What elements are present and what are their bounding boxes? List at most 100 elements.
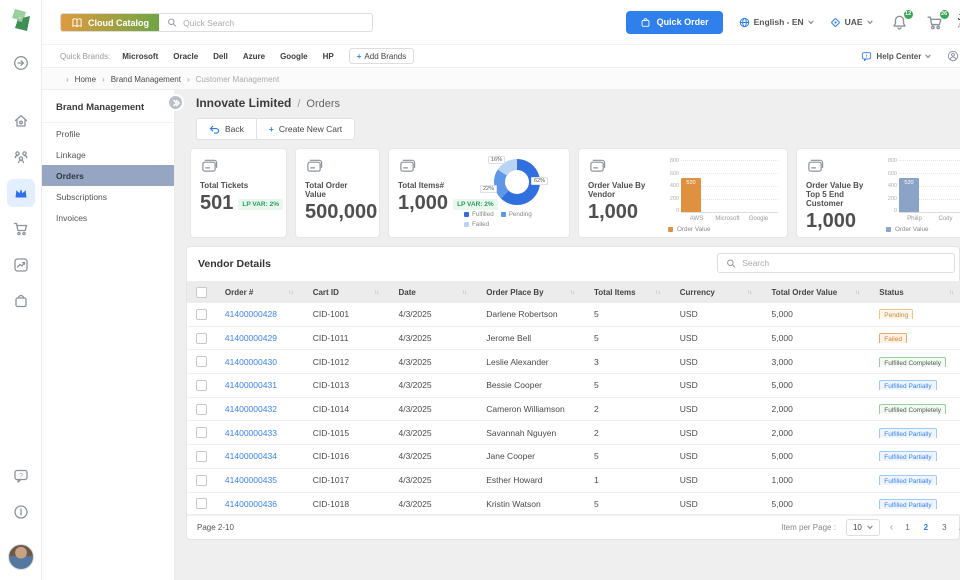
prev-page-button[interactable]: ‹	[890, 522, 893, 533]
sort-icon[interactable]: ↑↓	[655, 289, 660, 296]
row-checkbox[interactable]	[196, 498, 207, 509]
sidebar-item[interactable]: Subscriptions	[42, 186, 174, 207]
back-button[interactable]: Back	[196, 118, 257, 140]
brand-link[interactable]: HP	[323, 52, 334, 61]
table-row[interactable]: 41400000433 CID-1015 4/3/2025 Savannah N…	[187, 421, 960, 445]
table-row[interactable]: 41400000431 CID-1013 4/3/2025 Bessie Coo…	[187, 374, 960, 398]
language-selector[interactable]: English - EN	[739, 17, 814, 28]
order-number-link[interactable]: 41400000434	[225, 451, 277, 461]
ticket-stack-icon	[200, 157, 219, 174]
plot-area: 450300520	[899, 160, 960, 212]
row-checkbox[interactable]	[196, 333, 207, 344]
row-checkbox[interactable]	[196, 451, 207, 462]
order-number-link[interactable]: 41400000431	[225, 380, 277, 390]
order-number-link[interactable]: 41400000428	[225, 309, 277, 319]
row-checkbox[interactable]	[196, 309, 207, 320]
info-icon[interactable]	[7, 498, 35, 526]
orders-bag-icon[interactable]	[7, 287, 35, 315]
collapse-panel-button[interactable]	[167, 94, 184, 111]
column-header[interactable]: Cart ID ↑↓	[305, 281, 391, 303]
notifications-button[interactable]: 12	[891, 14, 908, 31]
sort-icon[interactable]: ↑↓	[747, 289, 752, 296]
currency-cell: USD	[672, 451, 764, 461]
table-row[interactable]: 41400000434 CID-1016 4/3/2025 Jane Coope…	[187, 445, 960, 469]
column-header[interactable]: Status ↑↓	[871, 281, 960, 303]
table-row[interactable]: 41400000432 CID-1014 4/3/2025 Cameron Wi…	[187, 398, 960, 422]
order-number-link[interactable]: 41400000432	[225, 404, 277, 414]
total-order-value-cell: 5,000	[764, 380, 872, 390]
breadcrumb-item[interactable]: Customer Management	[181, 75, 279, 84]
home-icon[interactable]	[7, 107, 35, 135]
expand-sidebar-icon[interactable]	[7, 49, 35, 77]
brand-link[interactable]: Azure	[243, 52, 265, 61]
column-header[interactable]: Order Place By ↑↓	[478, 281, 586, 303]
items-per-page-select[interactable]: 10	[846, 519, 880, 536]
order-number-link[interactable]: 41400000435	[225, 475, 277, 485]
table-search-input[interactable]	[742, 258, 946, 268]
quick-search-input[interactable]	[183, 18, 364, 28]
order-number-link[interactable]: 41400000436	[225, 499, 277, 509]
table-row[interactable]: 41400000435 CID-1017 4/3/2025 Esther How…	[187, 469, 960, 493]
order-number-link[interactable]: 41400000429	[225, 333, 277, 343]
order-number-link[interactable]: 41400000430	[225, 357, 277, 367]
column-label: Date	[398, 288, 415, 297]
order-number-link[interactable]: 41400000433	[225, 428, 277, 438]
sort-icon[interactable]: ↑↓	[855, 289, 860, 296]
quick-order-button[interactable]: Quick Order	[626, 11, 723, 34]
row-checkbox[interactable]	[196, 380, 207, 391]
column-header[interactable]: Currency ↑↓	[672, 281, 764, 303]
row-checkbox[interactable]	[196, 356, 207, 367]
page-number[interactable]: 2	[922, 523, 930, 532]
brand-link[interactable]: Microsoft	[122, 52, 158, 61]
row-checkbox[interactable]	[196, 427, 207, 438]
sort-icon[interactable]: ↑↓	[569, 289, 574, 296]
analytics-icon[interactable]	[7, 251, 35, 279]
total-order-value-cell: 5,000	[764, 309, 872, 319]
row-checkbox[interactable]	[196, 475, 207, 486]
notification-count-badge: 12	[903, 9, 914, 20]
brand-link[interactable]: Google	[280, 52, 308, 61]
column-header[interactable]: Order # ↑↓	[217, 281, 305, 303]
total-order-value-cell: 2,000	[764, 404, 872, 414]
cart-button[interactable]: 26	[926, 14, 944, 31]
users-icon[interactable]	[7, 143, 35, 171]
breadcrumb-item[interactable]: Home	[60, 75, 96, 84]
column-header[interactable]: Total Order Value ↑↓	[764, 281, 872, 303]
cart-icon[interactable]	[7, 215, 35, 243]
select-all-checkbox[interactable]	[196, 287, 207, 298]
table-row[interactable]: 41400000436 CID-1018 4/3/2025 Kristin Wa…	[187, 493, 960, 517]
sort-icon[interactable]: ↑↓	[374, 289, 379, 296]
region-selector[interactable]: UAE	[830, 17, 873, 28]
sort-icon[interactable]: ↑↓	[949, 289, 954, 296]
add-brands-button[interactable]: + Add Brands	[349, 48, 414, 64]
row-checkbox[interactable]	[196, 404, 207, 415]
legend-item: Pending	[501, 211, 532, 218]
cart-id-cell: CID-1013	[305, 380, 391, 390]
help-center-menu[interactable]: ! Help Center	[861, 51, 931, 62]
portal-menu[interactable]: Portal	[947, 50, 960, 62]
currency-cell: USD	[672, 428, 764, 438]
user-avatar[interactable]	[8, 544, 34, 570]
create-new-cart-button[interactable]: + Create New Cart	[257, 118, 355, 140]
sidebar-item[interactable]: Linkage	[42, 144, 174, 165]
sort-icon[interactable]: ↑↓	[462, 289, 467, 296]
sidebar-item[interactable]: Profile	[42, 123, 174, 144]
feedback-icon[interactable]: ?	[7, 462, 35, 490]
breadcrumb-item[interactable]: Brand Management	[96, 75, 181, 84]
date-cell: 4/3/2025	[390, 451, 478, 461]
table-row[interactable]: 41400000429 CID-1011 4/3/2025 Jerome Bel…	[187, 327, 960, 351]
table-row[interactable]: 41400000428 CID-1001 4/3/2025 Darlene Ro…	[187, 303, 960, 327]
brand-link[interactable]: Dell	[213, 52, 228, 61]
sort-icon[interactable]: ↑↓	[288, 289, 293, 296]
page-number[interactable]: 1	[903, 523, 911, 532]
column-header[interactable]: Total Items ↑↓	[586, 281, 672, 303]
brand-management-icon[interactable]	[7, 179, 35, 207]
table-row[interactable]: 41400000430 CID-1012 4/3/2025 Leslie Ale…	[187, 350, 960, 374]
chevron-down-icon	[925, 54, 931, 59]
page-number[interactable]: 3	[940, 523, 948, 532]
sidebar-item[interactable]: Orders	[42, 165, 174, 186]
sidebar-item[interactable]: Invoices	[42, 207, 174, 228]
brand-link[interactable]: Oracle	[173, 52, 198, 61]
cloud-catalog-button[interactable]: Cloud Catalog	[61, 14, 159, 31]
column-header[interactable]: Date ↑↓	[390, 281, 478, 303]
